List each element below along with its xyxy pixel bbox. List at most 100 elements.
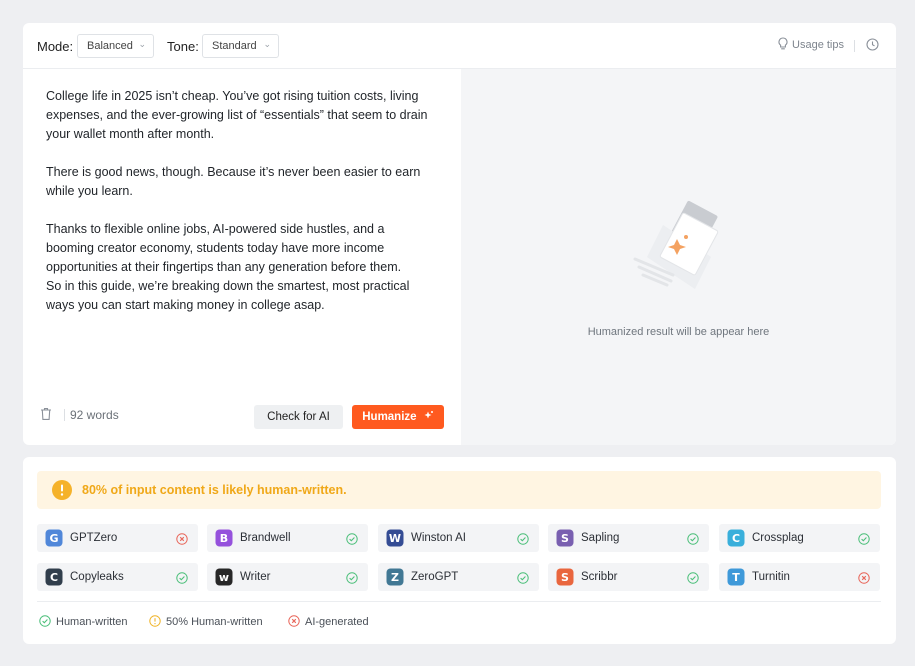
svg-text:C: C <box>50 571 58 584</box>
input-text[interactable]: College life in 2025 isn’t cheap. You’ve… <box>46 87 436 334</box>
svg-text:w: w <box>219 571 229 584</box>
svg-text:S: S <box>561 532 569 545</box>
check-circle-icon <box>39 615 51 627</box>
exclamation-circle-icon <box>149 615 161 627</box>
detector-item: S Sapling <box>548 524 709 552</box>
detector-status-icon <box>176 532 188 550</box>
check-circle-icon <box>346 572 358 584</box>
svg-text:G: G <box>49 532 58 545</box>
gptzero-logo: G <box>45 529 63 547</box>
detector-status-icon <box>346 571 358 589</box>
detector-item: Z ZeroGPT <box>378 563 539 591</box>
mode-select[interactable]: Balanced ⌄ <box>77 34 154 58</box>
toolbar: Mode: Balanced ⌄ Tone: Standard ⌄ Usage … <box>23 23 896 69</box>
winston-logo: W <box>386 529 404 547</box>
result-banner: 80% of input content is likely human-wri… <box>37 471 881 509</box>
crossplag-logo: C <box>727 529 745 547</box>
legend-divider <box>37 601 881 602</box>
mode-label: Mode: <box>37 39 74 54</box>
detector-status-icon <box>687 532 699 550</box>
copyleaks-logo: C <box>45 568 63 586</box>
detector-status-icon <box>346 532 358 550</box>
detector-name: Brandwell <box>240 532 291 544</box>
zerogpt-logo: Z <box>386 568 404 586</box>
detector-item: S Scribbr <box>548 563 709 591</box>
svg-text:S: S <box>561 571 569 584</box>
detector-item: C Crossplag <box>719 524 880 552</box>
tone-select[interactable]: Standard ⌄ <box>202 34 279 58</box>
x-circle-icon <box>288 615 300 627</box>
trash-icon <box>41 408 51 420</box>
word-count: 92 words <box>70 408 119 422</box>
lightbulb-icon <box>778 37 788 50</box>
check-circle-icon <box>176 572 188 584</box>
x-circle-icon <box>176 533 188 545</box>
sparkle-icon <box>424 411 433 419</box>
detector-status-icon <box>176 571 188 589</box>
detector-name: Copyleaks <box>70 571 124 583</box>
detector-item: w Writer <box>207 563 368 591</box>
detector-name: Winston AI <box>411 532 466 544</box>
check-circle-icon <box>346 533 358 545</box>
sapling-logo: S <box>556 529 574 547</box>
writer-logo: w <box>215 568 233 586</box>
clear-button[interactable] <box>40 407 52 426</box>
detection-result-card: 80% of input content is likely human-wri… <box>23 457 896 644</box>
svg-text:Z: Z <box>391 571 399 584</box>
empty-result-illustration <box>633 201 719 289</box>
clock-icon <box>866 38 879 51</box>
input-paragraph: There is good news, though. Because it’s… <box>46 165 421 198</box>
usage-tips-link[interactable]: Usage tips <box>778 37 844 51</box>
humanize-button[interactable]: Humanize <box>352 405 444 429</box>
output-placeholder: Humanized result will be appear here <box>587 326 770 338</box>
turnitin-logo: T <box>727 568 745 586</box>
output-pane: Humanized result will be appear here <box>461 69 896 445</box>
result-banner-text: 80% of input content is likely human-wri… <box>82 483 347 497</box>
detector-status-icon <box>517 571 529 589</box>
legend-ai-label: AI-generated <box>305 616 369 628</box>
detector-name: Scribbr <box>581 571 618 583</box>
svg-text:W: W <box>389 532 401 545</box>
detector-name: ZeroGPT <box>411 571 459 583</box>
scribbr-logo: S <box>556 568 574 586</box>
chevron-down-icon: ⌄ <box>263 39 271 49</box>
detector-item: C Copyleaks <box>37 563 198 591</box>
check-circle-icon <box>858 533 870 545</box>
legend-half-label: 50% Human-written <box>166 616 263 628</box>
legend-human: Human-written <box>39 615 128 628</box>
check-for-ai-button[interactable]: Check for AI <box>254 405 343 429</box>
warning-icon <box>52 480 72 500</box>
check-circle-icon <box>687 572 699 584</box>
detector-item: W Winston AI <box>378 524 539 552</box>
mode-value: Balanced <box>87 40 133 52</box>
check-circle-icon <box>687 533 699 545</box>
humanize-label: Humanize <box>362 411 417 423</box>
legend-human-label: Human-written <box>56 616 128 628</box>
detector-item: B Brandwell <box>207 524 368 552</box>
legend-ai: AI-generated <box>288 615 369 628</box>
brandwell-logo: B <box>215 529 233 547</box>
detector-status-icon <box>858 532 870 550</box>
tone-value: Standard <box>212 40 257 52</box>
word-count-divider <box>64 409 65 421</box>
detector-name: Writer <box>240 571 271 583</box>
input-paragraph: College life in 2025 isn’t cheap. You’ve… <box>46 89 428 141</box>
detector-name: Crossplag <box>752 532 804 544</box>
x-circle-icon <box>858 572 870 584</box>
chevron-down-icon: ⌄ <box>138 39 146 49</box>
detector-status-icon <box>858 571 870 589</box>
input-pane[interactable]: College life in 2025 isn’t cheap. You’ve… <box>23 69 461 445</box>
usage-tips-label: Usage tips <box>792 39 844 51</box>
detector-status-icon <box>687 571 699 589</box>
history-button[interactable] <box>866 38 879 56</box>
svg-text:C: C <box>732 532 740 545</box>
svg-text:B: B <box>220 532 228 545</box>
detector-name: Turnitin <box>752 571 790 583</box>
editor-card: Mode: Balanced ⌄ Tone: Standard ⌄ Usage … <box>23 23 896 445</box>
detector-item: T Turnitin <box>719 563 880 591</box>
check-circle-icon <box>517 572 529 584</box>
detector-status-icon <box>517 532 529 550</box>
input-paragraph: Thanks to flexible online jobs, AI-power… <box>46 222 410 312</box>
check-circle-icon <box>517 533 529 545</box>
svg-text:T: T <box>732 571 740 584</box>
